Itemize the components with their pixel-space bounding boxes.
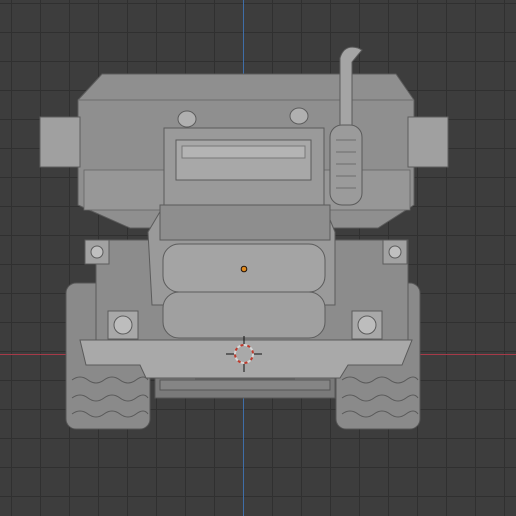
- truck-model[interactable]: [0, 0, 516, 516]
- left-knob: [84, 239, 110, 265]
- origin-dot-icon[interactable]: [240, 265, 248, 273]
- roof-light-left: [177, 110, 197, 128]
- roof-light-right: [289, 107, 309, 125]
- 3d-viewport[interactable]: [0, 0, 516, 516]
- headlight-left: [107, 310, 139, 340]
- right-knob: [382, 239, 408, 265]
- left-flange: [39, 116, 81, 168]
- right-flange: [407, 116, 449, 168]
- hood: [159, 204, 331, 241]
- cab-window-inner: [181, 145, 306, 159]
- headlight-right: [351, 310, 383, 340]
- tank-lower: [162, 291, 326, 339]
- rear-step: [159, 379, 331, 391]
